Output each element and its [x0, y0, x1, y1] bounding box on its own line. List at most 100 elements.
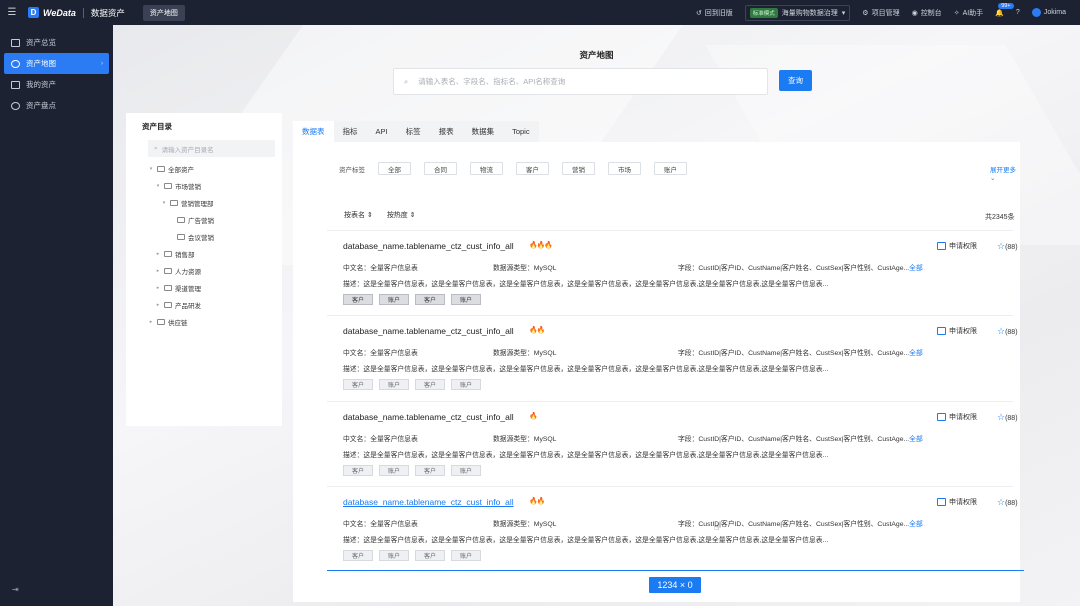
logo[interactable]: D WeData 数据资产 — [28, 7, 125, 19]
request-permission-button[interactable]: 申请权限 — [937, 326, 977, 336]
search-button[interactable]: 查询 — [779, 70, 812, 91]
tag-chip[interactable]: 客户 — [343, 379, 374, 390]
tag-chip[interactable]: 客户 — [415, 550, 446, 561]
tag-chip[interactable]: 客户 — [343, 550, 374, 561]
back-to-old-version-button[interactable]: ↺ 回到旧版 — [696, 8, 733, 18]
favorite-button[interactable]: ☆(88) — [997, 326, 1018, 337]
show-all-fields-link[interactable]: 全部 — [909, 521, 923, 528]
favorite-button[interactable]: ☆(88) — [997, 497, 1018, 508]
tag-chip[interactable]: 客户 — [343, 294, 374, 305]
tree-node[interactable]: ▸ 产品研发 — [126, 296, 282, 313]
tag-chip[interactable]: 客户 — [415, 465, 446, 476]
tag-chip[interactable]: 账户 — [379, 294, 410, 305]
tree-node[interactable]: 会议营销 — [126, 228, 282, 245]
tab-topic[interactable]: Topic — [503, 121, 539, 142]
filter-tag-market[interactable]: 市场 — [608, 162, 641, 175]
tag-chip[interactable]: 账户 — [451, 550, 482, 561]
tag-chip[interactable]: 客户 — [415, 379, 446, 390]
console-link[interactable]: ◉ 控制台 — [912, 8, 942, 18]
tag-chip[interactable]: 账户 — [451, 465, 482, 476]
expand-more-button[interactable]: 展开更多 ⌄ — [990, 164, 1020, 182]
result-card: database_name.tablename_ctz_cust_info_al… — [327, 230, 1018, 314]
table-name-link[interactable]: database_name.tablename_ctz_cust_info_al… — [343, 497, 514, 507]
project-management-link[interactable]: ⚙ 项目管理 — [862, 8, 899, 18]
chinese-name-value: 全量客户信息表 — [370, 350, 418, 357]
favorite-button[interactable]: ☆(88) — [997, 412, 1018, 423]
tab-tags[interactable]: 标签 — [397, 121, 430, 142]
favorite-button[interactable]: ☆(88) — [997, 241, 1018, 252]
tree-toggle-icon[interactable]: ▸ — [155, 285, 161, 291]
hamburger-menu-icon[interactable]: ☰ — [0, 7, 24, 18]
tree-toggle-icon[interactable]: ▸ — [148, 319, 154, 325]
folder-icon — [164, 250, 172, 257]
folder-icon — [177, 216, 185, 223]
request-permission-button[interactable]: 申请权限 — [937, 241, 977, 251]
tree-toggle-icon[interactable]: ▾ — [148, 166, 154, 172]
sidebar-item-label: 我的资产 — [26, 80, 56, 89]
ai-assistant-link[interactable]: ✧ AI助手 — [954, 8, 984, 18]
result-card: database_name.tablename_ctz_cust_info_al… — [327, 486, 1018, 570]
selection-guide-line — [327, 570, 1024, 571]
tree-node[interactable]: ▸ 渠道管理 — [126, 279, 282, 296]
request-permission-button[interactable]: 申请权限 — [937, 412, 977, 422]
tree-toggle-icon[interactable]: ▾ — [155, 183, 161, 189]
filter-tag-marketing[interactable]: 营销 — [562, 162, 595, 175]
filter-tag-customer[interactable]: 客户 — [516, 162, 549, 175]
gear-icon: ⚙ — [862, 9, 869, 17]
tree-toggle-icon[interactable]: ▸ — [155, 251, 161, 257]
filter-tag-contract[interactable]: 合同 — [424, 162, 457, 175]
filter-tag-logistics[interactable]: 物流 — [470, 162, 503, 175]
fields-value: 字段：CustID|客户ID、CustName|客户姓名、CustSex|客户性… — [678, 265, 910, 272]
tree-node[interactable]: ▾ 全部资产 — [126, 160, 282, 177]
tab-tables[interactable]: 数据表 — [293, 121, 334, 142]
catalog-search-input[interactable]: ⌕ 请输入资产目录名 — [148, 140, 275, 157]
tab-api[interactable]: API — [367, 121, 397, 142]
tree-toggle-icon[interactable]: ▸ — [155, 302, 161, 308]
sort-icon: ⇕ — [407, 212, 416, 219]
chevron-down-icon: ⌄ — [990, 175, 996, 182]
show-all-fields-link[interactable]: 全部 — [909, 436, 923, 443]
fire-heat-icon: 🔥🔥🔥 — [529, 242, 553, 249]
tag-chip[interactable]: 账户 — [379, 465, 410, 476]
tree-node[interactable]: ▸ 人力资源 — [126, 262, 282, 279]
request-permission-button[interactable]: 申请权限 — [937, 497, 977, 507]
top-tab-asset-map[interactable]: 资产地图 — [142, 4, 185, 21]
sidebar-item-asset-map[interactable]: 资产地图 › — [4, 53, 109, 74]
results-panel: 资产标签 全部 合同 物流 客户 营销 市场 账户 展开更多 ⌄ 按表名 ⇕ 按… — [293, 142, 1024, 602]
tab-datasets[interactable]: 数据集 — [463, 121, 504, 142]
help-button[interactable]: ? — [1016, 9, 1020, 16]
project-selector[interactable]: 标准模式 海量购物数据治理 ▾ — [744, 4, 851, 21]
table-name-link[interactable]: database_name.tablename_ctz_cust_info_al… — [343, 326, 514, 336]
search-input[interactable]: ⌕ 请输入表名、字段名、指标名、API名称查询 — [393, 68, 768, 95]
sidebar-item-my-assets[interactable]: 我的资产 — [4, 74, 109, 95]
table-name-link[interactable]: database_name.tablename_ctz_cust_info_al… — [343, 241, 514, 251]
collapse-sidebar-icon[interactable]: ⇥ — [12, 585, 19, 594]
tag-chip[interactable]: 账户 — [451, 294, 482, 305]
filter-tag-all[interactable]: 全部 — [378, 162, 411, 175]
sidebar-item-asset-inventory[interactable]: 资产盘点 — [4, 95, 109, 116]
tree-node[interactable]: ▾ 营销管理部 — [126, 194, 282, 211]
sort-by-name-button[interactable]: 按表名 ⇕ — [344, 210, 373, 220]
show-all-fields-link[interactable]: 全部 — [909, 350, 923, 357]
sidebar-item-asset-overview[interactable]: 资产总览 — [4, 32, 109, 53]
tag-chip[interactable]: 客户 — [343, 465, 374, 476]
sort-by-heat-button[interactable]: 按热度 ⇕ — [387, 210, 416, 220]
tree-toggle-icon[interactable]: ▸ — [155, 268, 161, 274]
show-all-fields-link[interactable]: 全部 — [909, 265, 923, 272]
tree-toggle-icon[interactable]: ▾ — [161, 200, 167, 206]
tab-reports[interactable]: 报表 — [430, 121, 463, 142]
tag-chip[interactable]: 账户 — [379, 379, 410, 390]
filter-tag-account[interactable]: 账户 — [654, 162, 687, 175]
tag-chip[interactable]: 客户 — [415, 294, 446, 305]
table-name-link[interactable]: database_name.tablename_ctz_cust_info_al… — [343, 412, 514, 422]
tab-metrics[interactable]: 指标 — [334, 121, 367, 142]
tree-node[interactable]: ▸ 供应链 — [126, 313, 282, 330]
tag-chip[interactable]: 账户 — [379, 550, 410, 561]
tree-node[interactable]: ▾ 市场营销 — [126, 177, 282, 194]
tag-chip[interactable]: 账户 — [451, 379, 482, 390]
notifications-button[interactable]: 🔔 99+ — [995, 2, 1014, 17]
tree-node[interactable]: ▸ 销售部 — [126, 245, 282, 262]
pointer-cursor-icon: ☝ — [714, 522, 720, 532]
user-menu[interactable]: Jokima — [1031, 8, 1066, 17]
tree-node[interactable]: 广告营销 — [126, 211, 282, 228]
